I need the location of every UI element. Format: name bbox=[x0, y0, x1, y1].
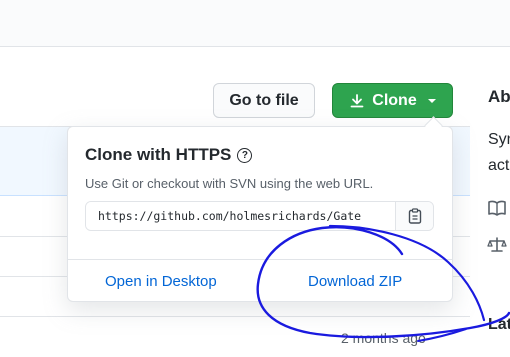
about-description-line1: Syn bbox=[488, 131, 510, 148]
clone-label: Clone bbox=[372, 91, 417, 109]
chevron-down-icon bbox=[427, 98, 436, 103]
popover-divider bbox=[68, 259, 452, 260]
go-to-file-button[interactable]: Go to file bbox=[213, 83, 315, 118]
question-circle-icon[interactable]: ? bbox=[237, 147, 253, 163]
download-icon bbox=[350, 93, 364, 107]
clipboard-icon bbox=[408, 208, 421, 224]
about-description-line2: act bbox=[488, 157, 510, 174]
clone-button[interactable]: Clone bbox=[332, 83, 453, 118]
about-heading: Abo bbox=[488, 87, 510, 106]
download-zip-link[interactable]: Download ZIP bbox=[308, 273, 402, 290]
popover-description: Use Git or checkout with SVN using the w… bbox=[85, 176, 374, 191]
clone-url-input[interactable] bbox=[86, 202, 396, 230]
book-icon[interactable] bbox=[487, 199, 507, 217]
open-in-desktop-link[interactable]: Open in Desktop bbox=[105, 273, 217, 290]
latest-release-heading: Lat bbox=[488, 316, 510, 333]
popover-title-text: Clone with HTTPS bbox=[85, 145, 232, 164]
row-divider bbox=[0, 316, 470, 317]
popover-title: Clone with HTTPS ? bbox=[85, 145, 253, 165]
repo-header-band bbox=[0, 0, 510, 47]
clone-url-group bbox=[85, 201, 434, 231]
clone-popover: Clone with HTTPS ? Use Git or checkout w… bbox=[67, 126, 453, 302]
go-to-file-label: Go to file bbox=[229, 91, 299, 109]
copy-url-button[interactable] bbox=[395, 202, 433, 230]
law-icon[interactable] bbox=[487, 236, 507, 254]
last-commit-time: 2 months ago bbox=[341, 330, 426, 346]
